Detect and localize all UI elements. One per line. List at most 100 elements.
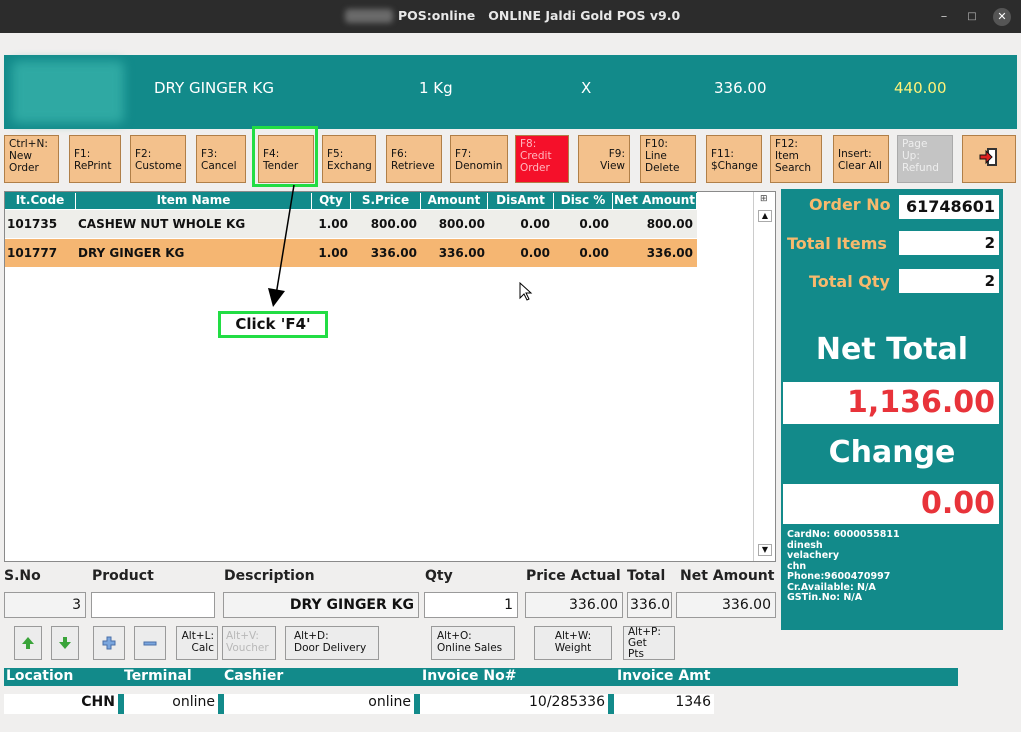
customer-info: CardNo: 6000055811 dinesh velachery chn … <box>787 529 900 604</box>
invoice-amt-value: 1346 <box>614 694 714 714</box>
new-order-button[interactable]: Ctrl+N: New Order <box>4 135 59 183</box>
price-actual-field: 336.00 <box>525 592 623 618</box>
current-item-bar: DRY GINGER KG 1 Kg X 336.00 440.00 <box>4 55 1017 129</box>
weight-button[interactable]: Alt+W: Weight <box>534 626 612 660</box>
reprint-button[interactable]: F1: RePrint <box>69 135 121 183</box>
change-button[interactable]: F11: $Change <box>706 135 762 183</box>
scroll-up-icon[interactable]: ▲ <box>758 210 772 222</box>
location-value: CHN <box>4 694 124 714</box>
arrow-down-icon <box>59 637 71 649</box>
cell-disamt: 0.00 <box>520 246 550 260</box>
calc-button[interactable]: Alt+L: Calc <box>176 626 218 660</box>
online-sales-button[interactable]: Alt+O: Online Sales <box>431 626 515 660</box>
net-amount-label: Net Amount <box>680 568 775 584</box>
order-no-label: Order No <box>809 195 891 214</box>
weight-shortcut: Alt+W: <box>554 630 592 642</box>
move-up-button[interactable] <box>14 626 42 660</box>
net-amount-field: 336.00 <box>676 592 776 618</box>
cell-qty: 1.00 <box>318 217 348 231</box>
blurred-store-name <box>345 9 393 23</box>
cell-item-name: DRY GINGER KG <box>78 246 185 260</box>
weight-label: Weight <box>554 642 592 654</box>
window-titlebar: POS:online ONLINE Jaldi Gold POS v9.0 – … <box>0 0 1021 33</box>
get-points-button[interactable]: Alt+P: Get Pts <box>623 626 675 660</box>
col-header-disamt: DisAmt <box>488 193 554 209</box>
credit-order-button[interactable]: F8: Credit Order <box>515 135 569 183</box>
move-down-button[interactable] <box>51 626 79 660</box>
exit-button[interactable] <box>962 135 1016 183</box>
status-footer: Location Terminal Cashier Invoice No# In… <box>4 668 958 686</box>
decrease-qty-button[interactable] <box>134 626 166 660</box>
current-item-x: X <box>581 79 592 97</box>
voucher-button: Alt+V: Voucher <box>222 626 276 660</box>
qty-input[interactable]: 1 <box>424 592 518 618</box>
total-items-value: 2 <box>899 231 999 255</box>
total-field: 336.0 <box>627 592 672 618</box>
table-row[interactable]: 101735 CASHEW NUT WHOLE KG 1.00 800.00 8… <box>5 210 697 238</box>
plus-icon <box>102 636 116 650</box>
minimize-button[interactable]: – <box>935 8 953 26</box>
invoice-amt-label: Invoice Amt <box>617 668 711 684</box>
customer-card-no: CardNo: 6000055811 <box>787 529 900 540</box>
summary-panel: Order No 61748601 Total Items 2 Total Qt… <box>781 189 1003 630</box>
table-row-selected[interactable]: 101777 DRY GINGER KG 1.00 336.00 336.00 … <box>5 239 697 267</box>
store-logo <box>12 61 124 123</box>
invoice-no-value: 10/285336 <box>420 694 614 714</box>
close-button[interactable]: ✕ <box>993 8 1011 26</box>
cancel-button[interactable]: F3: Cancel <box>196 135 246 183</box>
current-item-mrp: 440.00 <box>894 79 947 97</box>
col-header-sprice: S.Price <box>351 193 421 209</box>
exchange-button[interactable]: F5: Exchang <box>322 135 376 183</box>
voucher-shortcut: Alt+V: <box>226 630 259 642</box>
calc-label: Calc <box>191 642 214 654</box>
mouse-cursor-icon <box>519 282 533 301</box>
line-delete-button[interactable]: F10: Line Delete <box>640 135 696 183</box>
col-header-net-amount: Net Amount <box>613 193 697 209</box>
total-qty-value: 2 <box>899 269 999 293</box>
customer-area: velachery <box>787 550 840 561</box>
customer-phone: Phone:9600470997 <box>787 571 891 582</box>
window-title: POS:online ONLINE Jaldi Gold POS v9.0 <box>398 8 681 23</box>
item-search-button[interactable]: F12: Item Search <box>770 135 822 183</box>
maximize-button[interactable]: □ <box>963 8 981 26</box>
cell-sprice: 336.00 <box>370 246 417 260</box>
cell-amount: 336.00 <box>438 246 485 260</box>
customer-gstin: GSTin.No: N/A <box>787 592 863 603</box>
refund-button: Page Up: Refund <box>897 135 953 183</box>
net-total-value: 1,136.00 <box>783 382 999 424</box>
retrieve-button[interactable]: F6: Retrieve <box>386 135 442 183</box>
description-label: Description <box>224 568 315 584</box>
change-label: Change <box>828 435 956 470</box>
cell-disamt: 0.00 <box>520 217 550 231</box>
sno-label: S.No <box>4 568 41 584</box>
annotation-label: Click 'F4' <box>218 311 328 338</box>
description-field: DRY GINGER KG <box>223 592 419 618</box>
cell-qty: 1.00 <box>318 246 348 260</box>
cell-net-amount: 336.00 <box>646 246 693 260</box>
items-table: It.Code Item Name Qty S.Price Amount Dis… <box>4 191 776 562</box>
door-delivery-button[interactable]: Alt+D: Door Delivery <box>285 626 379 660</box>
cell-disc: 0.00 <box>579 217 609 231</box>
current-item-name: DRY GINGER KG <box>154 79 274 97</box>
location-label: Location <box>6 668 74 684</box>
customer-button[interactable]: F2: Custome <box>130 135 186 183</box>
arrow-up-icon <box>22 637 34 649</box>
cell-amount: 800.00 <box>438 217 485 231</box>
view-button[interactable]: F9: View <box>578 135 630 183</box>
col-header-qty: Qty <box>312 193 351 209</box>
cell-code: 101735 <box>7 217 58 231</box>
clear-all-button[interactable]: Insert: Clear All <box>833 135 889 183</box>
points-label-2: Pts <box>628 648 644 660</box>
col-header-code: It.Code <box>5 193 76 209</box>
net-total-label: Net Total <box>815 332 969 367</box>
voucher-label: Voucher <box>226 642 269 654</box>
table-scrollbar[interactable]: ⊞ ▲ ▼ <box>753 192 775 561</box>
door-shortcut: Alt+D: <box>294 630 329 642</box>
calc-shortcut: Alt+L: <box>181 630 214 642</box>
scroll-down-icon[interactable]: ▼ <box>758 544 772 556</box>
column-chooser-icon[interactable]: ⊞ <box>760 194 768 204</box>
product-input[interactable] <box>91 592 215 618</box>
product-label: Product <box>92 568 154 584</box>
increase-qty-button[interactable] <box>93 626 125 660</box>
denomination-button[interactable]: F7: Denomin <box>450 135 508 183</box>
